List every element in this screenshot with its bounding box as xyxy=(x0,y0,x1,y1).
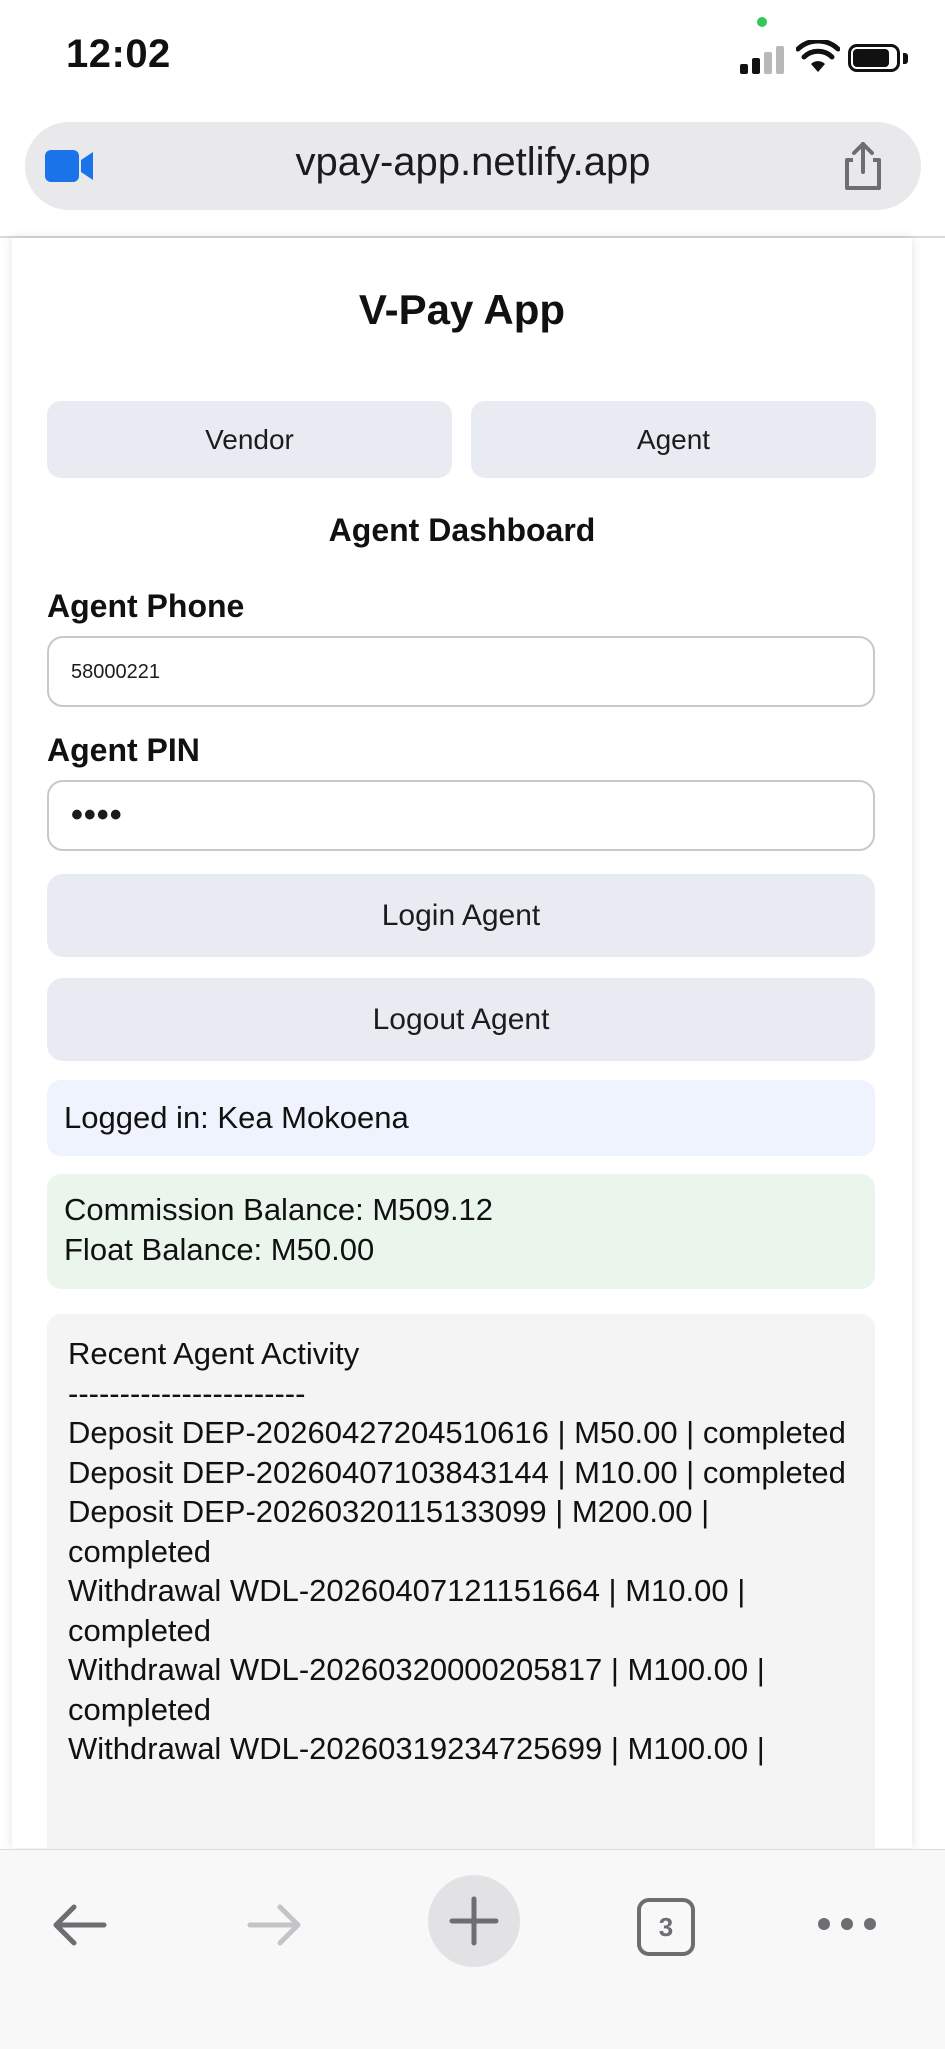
dashboard-title: Agent Dashboard xyxy=(328,512,596,548)
tabs-icon: 3 xyxy=(637,1898,695,1956)
agent-pin-input[interactable]: •••• xyxy=(47,780,875,851)
address-bar[interactable]: vpay-app.netlify.app xyxy=(25,122,921,210)
agent-phone-value: 58000221 xyxy=(71,661,160,683)
agent-pin-label: Agent PIN xyxy=(47,732,200,768)
activity-line: Withdrawal WDL-20260407121151664 | M10.0… xyxy=(68,1573,746,1648)
tabs-button[interactable]: 3 xyxy=(637,1898,695,1956)
tab-agent[interactable]: Agent xyxy=(471,401,876,478)
activity-line: Deposit DEP-20260320115133099 | M200.00 … xyxy=(68,1494,710,1569)
share-icon[interactable] xyxy=(837,140,889,192)
battery-icon xyxy=(848,44,910,74)
agent-pin-value: •••• xyxy=(71,796,123,834)
login-agent-button[interactable]: Login Agent xyxy=(47,874,875,957)
balance-panel: Commission Balance: M509.12 Float Balanc… xyxy=(47,1174,875,1289)
wifi-icon xyxy=(796,40,840,72)
back-arrow-icon[interactable] xyxy=(50,1902,108,1948)
plus-icon xyxy=(449,1896,499,1946)
signal-icon xyxy=(740,44,786,74)
status-time: 12:02 xyxy=(66,32,171,76)
app-title: V-Pay App xyxy=(358,286,566,333)
status-bar: 12:02 xyxy=(0,0,945,110)
agent-phone-input[interactable]: 58000221 xyxy=(47,636,875,707)
activity-line: Deposit DEP-20260407103843144 | M10.00 |… xyxy=(68,1454,846,1490)
more-icon[interactable] xyxy=(816,1914,878,1934)
logged-in-status: Logged in: Kea Mokoena xyxy=(47,1080,875,1156)
activity-line: Withdrawal WDL-20260320000205817 | M100.… xyxy=(68,1652,765,1727)
url-text[interactable]: vpay-app.netlify.app xyxy=(25,140,921,185)
agent-phone-label: Agent Phone xyxy=(47,588,245,624)
activity-panel: Recent Agent Activity ------------------… xyxy=(47,1314,875,1848)
forward-arrow-icon[interactable] xyxy=(246,1902,304,1948)
browser-toolbar: 3 xyxy=(0,1849,945,2049)
tab-vendor[interactable]: Vendor xyxy=(47,401,452,478)
float-balance: Float Balance: M50.00 xyxy=(64,1232,375,1267)
new-tab-button[interactable] xyxy=(428,1875,520,1967)
activity-title: Recent Agent Activity xyxy=(68,1336,360,1371)
web-page: V-Pay App Vendor Agent Agent Dashboard A… xyxy=(12,238,912,1848)
logout-agent-button[interactable]: Logout Agent xyxy=(47,978,875,1061)
activity-separator: ----------------------- xyxy=(68,1375,306,1411)
commission-balance: Commission Balance: M509.12 xyxy=(64,1192,494,1227)
activity-line: Withdrawal WDL-20260319234725699 | M100.… xyxy=(68,1731,765,1766)
activity-line: Deposit DEP-20260427204510616 | M50.00 |… xyxy=(68,1415,846,1450)
camera-in-use-indicator xyxy=(757,17,767,27)
